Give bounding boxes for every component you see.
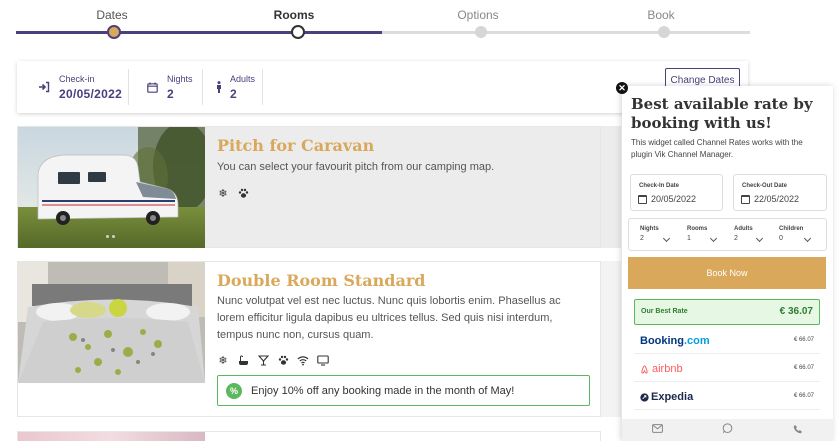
checkin-date-value: 20/05/2022 — [651, 194, 697, 204]
phone-icon[interactable] — [793, 424, 803, 437]
channel-rates-widget: Best available rate by booking with us! … — [622, 86, 833, 441]
summary-divider — [262, 69, 263, 105]
rooms-label: Rooms — [687, 226, 708, 232]
room-price-panel[interactable] — [601, 261, 621, 417]
step-book-dot — [658, 26, 670, 38]
summary-nights: Nights 2 — [145, 61, 193, 113]
room-title[interactable]: Double Room Standard — [217, 271, 425, 290]
adults-label: Adults — [734, 226, 753, 232]
guest-selectors: Nights Rooms Adults Children 2 1 2 0 — [628, 218, 827, 251]
snowflake-icon: ❄ — [218, 187, 228, 200]
summary-adults: Adults 2 — [215, 61, 255, 113]
ota-price: € 66.07 — [793, 393, 814, 399]
booking-stepper: Dates Rooms Options Book — [16, 0, 750, 42]
close-icon[interactable]: ✕ — [616, 82, 628, 94]
best-rate-label: Our Best Rate — [641, 308, 688, 315]
summary-divider — [202, 69, 203, 105]
promotion-text: Enjoy 10% off any booking made in the mo… — [251, 384, 515, 397]
calendar-icon — [145, 80, 159, 94]
step-rooms-label: Rooms — [273, 8, 315, 22]
nights-label: Nights — [640, 226, 659, 232]
nights-label: Nights — [167, 73, 193, 84]
ota-row-booking: Booking.com € 66.07 — [634, 328, 820, 354]
ota-row-expedia: Expedia € 66.07 — [634, 384, 820, 410]
step-options-dot — [475, 26, 487, 38]
children-label: Children — [779, 226, 804, 232]
room-card-next[interactable] — [17, 431, 601, 441]
checkin-value: 20/05/2022 — [59, 86, 123, 101]
summary-checkin: Check-in 20/05/2022 — [37, 61, 122, 113]
snowflake-icon: ❄ — [218, 354, 228, 367]
cocktail-icon — [257, 354, 269, 366]
paw-icon — [237, 187, 249, 199]
ota-price: € 66.07 — [793, 337, 814, 343]
checkin-date-field[interactable]: Check-In Date 20/05/2022 — [630, 174, 723, 211]
chevron-down-icon[interactable] — [755, 234, 764, 243]
best-rate-value: € 36.07 — [779, 306, 813, 317]
percent-icon: % — [226, 382, 242, 399]
wifi-icon — [297, 354, 309, 366]
amenities-row: ❄ — [217, 354, 329, 367]
airbnb-logo: airbnb — [640, 363, 683, 375]
chevron-down-icon[interactable] — [662, 234, 671, 243]
adults-select[interactable]: 2 — [734, 235, 738, 242]
room-photo-caravan[interactable] — [18, 127, 205, 248]
room-description: You can select your favourit pitch from … — [217, 161, 495, 173]
step-book-label: Book — [647, 8, 675, 22]
bathtub-icon — [237, 354, 249, 366]
nights-select[interactable]: 2 — [640, 235, 644, 242]
ota-row-airbnb: airbnb € 66.07 — [634, 356, 820, 382]
children-select[interactable]: 0 — [779, 235, 783, 242]
best-rate-row: Our Best Rate € 36.07 — [634, 299, 820, 325]
chevron-down-icon[interactable] — [803, 234, 812, 243]
room-price-panel[interactable] — [601, 126, 621, 248]
adults-label: Adults — [230, 73, 256, 84]
amenities-row: ❄ — [217, 187, 249, 200]
room-title[interactable]: Pitch for Caravan — [217, 136, 374, 155]
room-card-pitch-caravan[interactable]: Pitch for Caravan You can select your fa… — [17, 126, 601, 248]
checkin-label: Check-in — [59, 73, 95, 84]
calendar-icon — [741, 194, 750, 204]
whatsapp-icon[interactable] — [722, 423, 733, 437]
room-description: Nunc volutpat vel est nec luctus. Nunc q… — [217, 295, 561, 341]
checkout-date-label: Check-Out Date — [742, 183, 788, 189]
tv-icon — [317, 354, 329, 366]
step-rooms-dot — [291, 25, 305, 39]
summary-divider — [128, 69, 129, 105]
step-dates-label[interactable]: Dates — [96, 8, 127, 22]
widget-title: Best available rate by booking with us! — [631, 95, 813, 132]
booking-com-logo: Booking.com — [640, 335, 710, 347]
paw-icon — [277, 354, 289, 366]
widget-footer — [622, 419, 833, 441]
carousel-dots[interactable] — [106, 235, 115, 238]
checkin-date-label: Check-In Date — [639, 183, 680, 189]
rooms-select[interactable]: 1 — [687, 235, 691, 242]
email-icon[interactable] — [651, 424, 663, 436]
chevron-down-icon[interactable] — [709, 234, 718, 243]
step-dates-dot[interactable] — [107, 25, 121, 39]
book-now-button[interactable]: Book Now — [628, 257, 826, 289]
adults-value: 2 — [230, 86, 237, 101]
widget-description: This widget called Channel Rates works w… — [631, 138, 803, 159]
room-card-double-standard[interactable]: Double Room Standard Nunc volutpat vel e… — [17, 261, 601, 417]
step-options-label: Options — [457, 8, 499, 22]
calendar-icon — [638, 194, 647, 204]
checkout-date-field[interactable]: Check-Out Date 22/05/2022 — [733, 174, 827, 211]
stepper-progress — [16, 31, 382, 34]
room-photo-bedroom[interactable] — [18, 262, 205, 383]
checkout-date-value: 22/05/2022 — [754, 194, 800, 204]
person-icon — [215, 80, 223, 94]
sign-in-icon — [37, 80, 51, 94]
ota-price: € 66.07 — [793, 365, 814, 371]
nights-value: 2 — [167, 86, 174, 101]
expedia-logo: Expedia — [640, 391, 693, 403]
room-photo-next[interactable] — [18, 432, 205, 441]
promotion-banner: % Enjoy 10% off any booking made in the … — [217, 375, 590, 406]
